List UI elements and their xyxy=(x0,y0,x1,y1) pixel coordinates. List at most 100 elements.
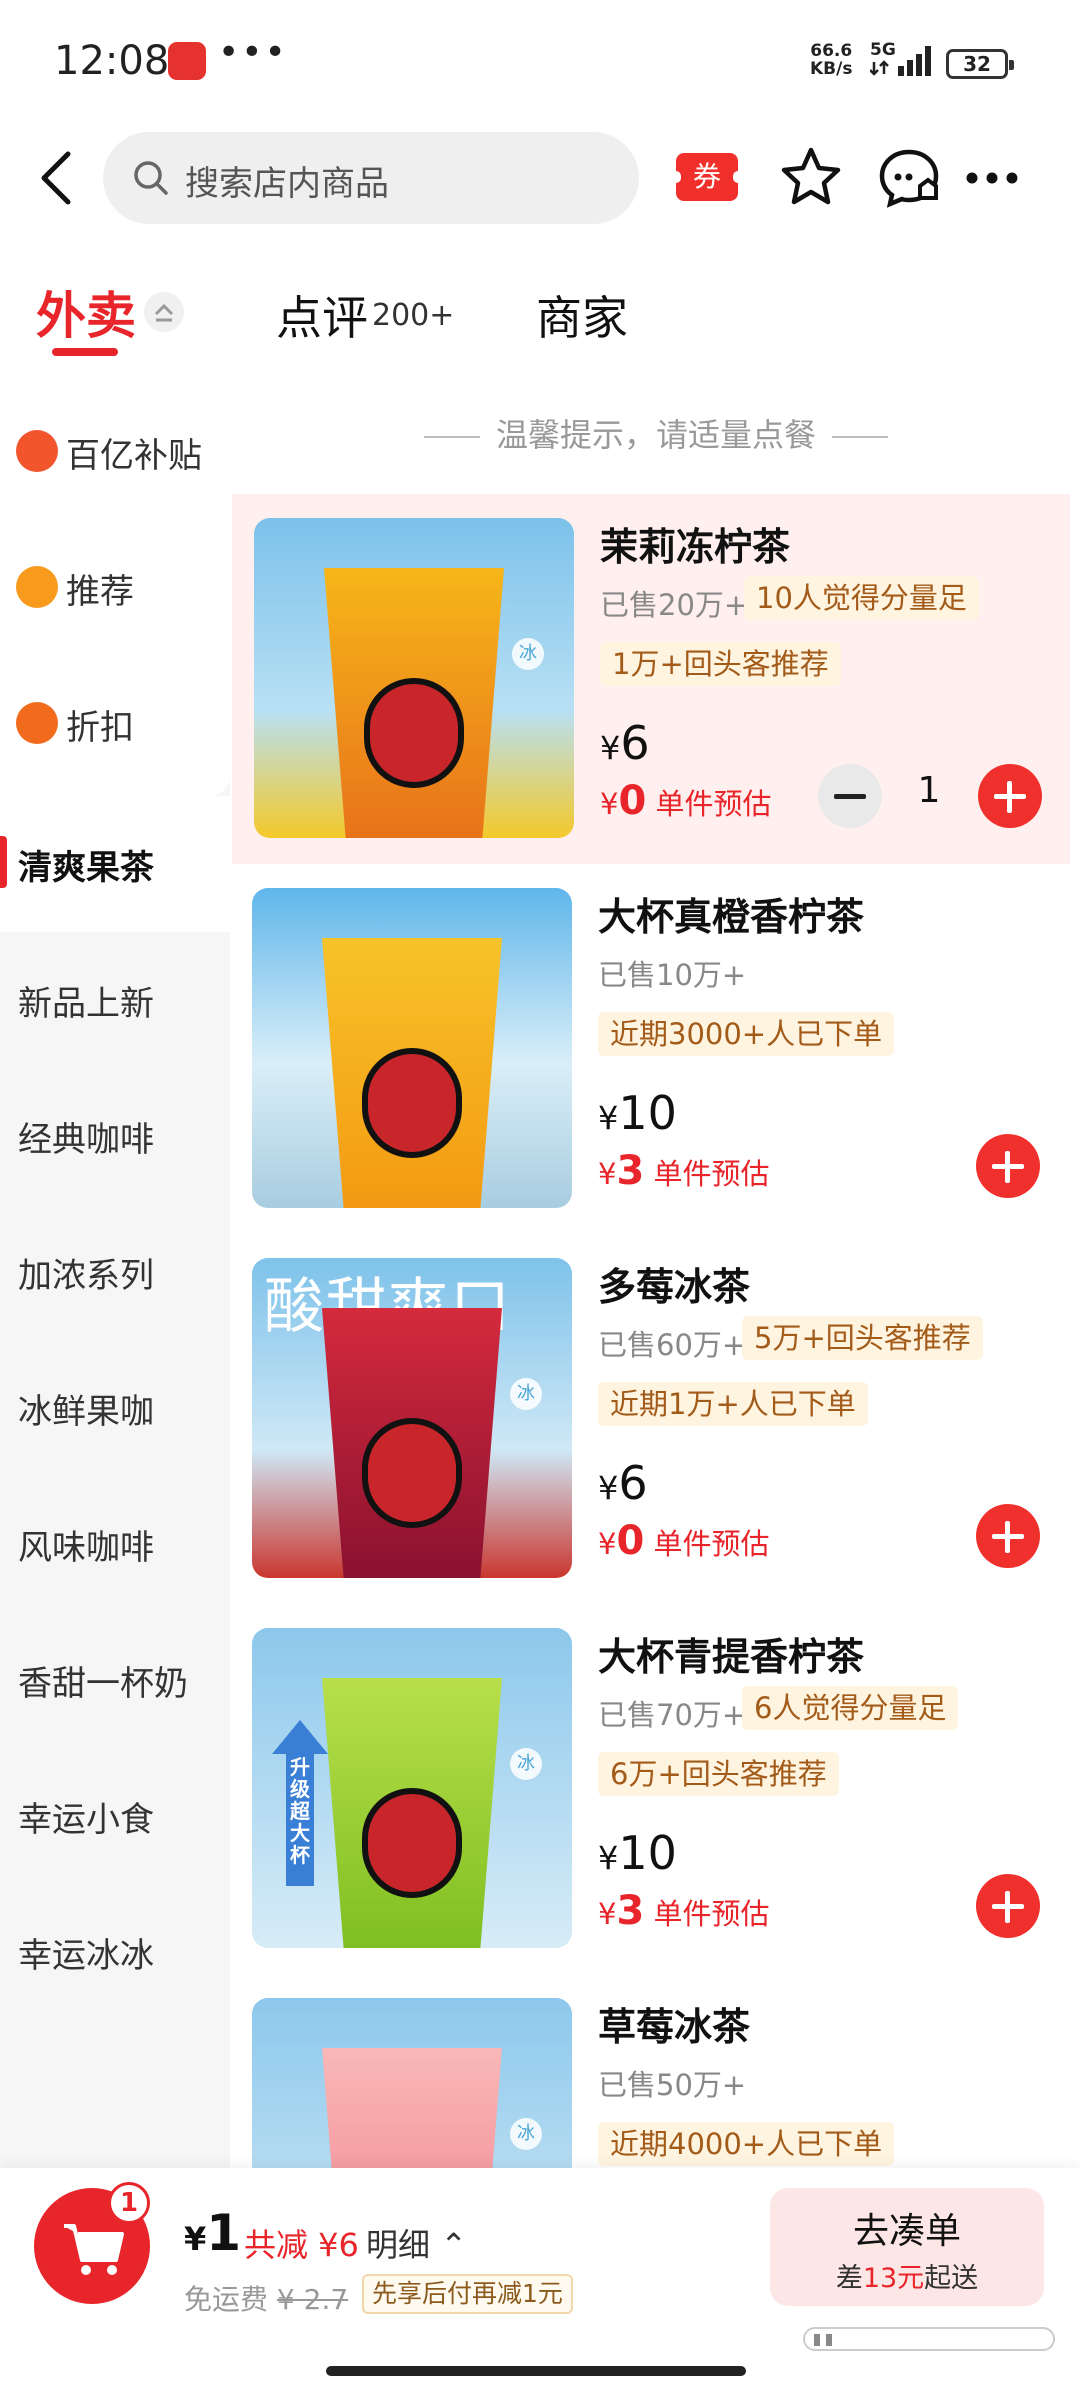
search-icon xyxy=(134,161,168,195)
recommend-icon xyxy=(16,566,58,608)
coupon-button[interactable]: 券 xyxy=(671,153,743,201)
fire-icon xyxy=(16,430,58,472)
status-time: 12:08 xyxy=(54,38,170,84)
sidebar-item-recommend[interactable]: 推荐 xyxy=(0,520,230,656)
currency-symbol: ¥ xyxy=(600,729,621,767)
sidebar-item-milk[interactable]: 香甜一杯奶 xyxy=(0,1612,230,1748)
product-tag: 5万+回头客推荐 xyxy=(742,1316,983,1360)
estimated-price-value: 3 xyxy=(616,1148,645,1194)
customer-service-button[interactable] xyxy=(876,146,942,210)
product-image xyxy=(252,888,572,1208)
product-sold: 已售70万+ xyxy=(598,1698,747,1732)
sidebar-item-label: 风味咖啡 xyxy=(18,1528,154,1568)
sidebar-item-label: 经典咖啡 xyxy=(18,1120,154,1160)
currency-symbol: ¥ xyxy=(598,1469,619,1507)
minimum-suffix: 起送 xyxy=(924,2263,979,2294)
battery-icon: 32 xyxy=(946,49,1014,79)
product-name: 草莓冰茶 xyxy=(598,2005,751,2049)
decrease-quantity-button[interactable] xyxy=(818,764,882,828)
product-tag: 6万+回头客推荐 xyxy=(598,1752,839,1796)
product-card[interactable]: 酸甜爽口 冰 多莓冰茶 已售60万+ 5万+回头客推荐 近期1万+人已下单 ¥6… xyxy=(230,1234,1080,1604)
estimated-price: ¥0 单件预估 xyxy=(600,778,772,824)
star-icon xyxy=(781,147,841,205)
more-button[interactable] xyxy=(960,160,1024,196)
network-speed: 66.6 KB/s xyxy=(810,42,852,78)
add-to-cart-button[interactable] xyxy=(976,1134,1040,1198)
search-input[interactable]: 搜索店内商品 xyxy=(103,132,639,224)
sidebar-item-subsidy[interactable]: 百亿补贴 xyxy=(0,384,230,520)
product-price: ¥6 xyxy=(598,1456,648,1510)
minimum-prefix: 差 xyxy=(835,2263,863,2294)
product-tag: 10人觉得分量足 xyxy=(744,576,979,620)
estimated-price-value: 0 xyxy=(616,1518,645,1564)
sidebar-item-discount[interactable]: 折扣 xyxy=(0,656,230,792)
chevron-left-icon xyxy=(41,151,71,205)
product-tag: 6人觉得分量足 xyxy=(742,1686,959,1730)
estimated-price-value: 3 xyxy=(616,1888,645,1934)
sidebar-item-classic-coffee[interactable]: 经典咖啡 xyxy=(0,1068,230,1204)
favorite-button[interactable] xyxy=(778,144,844,210)
currency-symbol: ¥ xyxy=(598,1157,617,1191)
product-sold: 已售10万+ xyxy=(598,958,747,992)
pay-later-badge: 先享后付再减1元 xyxy=(362,2274,573,2314)
tab-waimai[interactable]: 外卖 xyxy=(36,276,136,348)
brand-logo xyxy=(362,1788,462,1898)
chevron-up-icon: ⌃ xyxy=(440,2226,467,2264)
sidebar-item-label: 冰鲜果咖 xyxy=(18,1392,154,1432)
sidebar-item-extra-shot[interactable]: 加浓系列 xyxy=(0,1204,230,1340)
more-dots-icon xyxy=(966,172,1018,184)
product-card[interactable]: 升级超大杯 冰 大杯青提香柠茶 已售70万+ 6人觉得分量足 6万+回头客推荐 … xyxy=(230,1604,1080,1974)
status-more-dots: ••• xyxy=(218,32,288,73)
collapse-tab-button[interactable] xyxy=(144,292,184,332)
home-indicator[interactable] xyxy=(326,2366,746,2376)
product-card[interactable]: 冰 茉莉冻柠茶 已售20万+ 10人觉得分量足 1万+回头客推荐 ¥6 ¥0 单… xyxy=(232,494,1070,864)
currency-symbol: ¥ xyxy=(600,787,619,821)
ice-tag: 冰 xyxy=(512,638,544,670)
sidebar-item-label: 香甜一杯奶 xyxy=(18,1664,188,1704)
tab-dianping[interactable]: 点评 xyxy=(276,282,368,348)
sidebar-item-new[interactable]: 新品上新 xyxy=(0,932,230,1068)
sidebar-item-ice[interactable]: 幸运冰冰 xyxy=(0,1884,230,2020)
sidebar-item-label: 新品上新 xyxy=(18,984,154,1024)
cart-count-badge: 1 xyxy=(108,2182,150,2224)
drink-cup xyxy=(322,2048,502,2168)
network-speed-value: 66.6 xyxy=(810,41,853,61)
product-card[interactable]: 冰 草莓冰茶 已售50万+ 近期4000+人已下单 xyxy=(230,1974,1080,2168)
product-price: ¥6 xyxy=(600,716,650,770)
minimum-amount: 13元 xyxy=(862,2263,925,2294)
sidebar-item-snacks[interactable]: 幸运小食 xyxy=(0,1748,230,1884)
add-to-cart-button[interactable] xyxy=(976,1504,1040,1568)
quantity-value: 1 xyxy=(917,770,941,811)
sidebar-item-flavor-coffee[interactable]: 风味咖啡 xyxy=(0,1476,230,1612)
sidebar-item-label: 幸运小食 xyxy=(18,1800,154,1840)
checkout-label: 去凑单 xyxy=(852,2211,961,2252)
estimated-price: ¥0 单件预估 xyxy=(598,1518,770,1564)
upgrade-label: 升级超大杯 xyxy=(290,1755,310,1867)
product-name: 多莓冰茶 xyxy=(598,1265,751,1309)
sidebar-item-label: 清爽果茶 xyxy=(18,848,154,888)
checkout-button[interactable]: 去凑单 差13元起送 xyxy=(770,2188,1044,2306)
estimated-label: 单件预估 xyxy=(655,787,772,821)
add-to-cart-button[interactable] xyxy=(976,1874,1040,1938)
search-placeholder: 搜索店内商品 xyxy=(185,164,389,204)
status-bar: 12:08 ••• 66.6 KB/s 5G 32 xyxy=(0,0,1080,120)
back-button[interactable] xyxy=(28,140,88,216)
estimated-label: 单件预估 xyxy=(653,1897,770,1931)
floating-handle-icon[interactable] xyxy=(800,2320,1060,2356)
active-tab-indicator xyxy=(52,348,118,356)
network-speed-unit: KB/s xyxy=(810,59,853,79)
cart-detail-link[interactable]: 明细 ⌃ xyxy=(366,2220,467,2266)
product-sold: 已售60万+ xyxy=(598,1328,747,1362)
ice-tag: 冰 xyxy=(510,2118,542,2150)
brand-logo xyxy=(362,1418,462,1528)
sidebar-item-fruit-tea[interactable]: 清爽果茶 xyxy=(0,796,230,932)
add-to-cart-button[interactable] xyxy=(978,764,1042,828)
product-tag: 近期3000+人已下单 xyxy=(598,1012,895,1056)
currency-symbol: ¥ xyxy=(598,1099,619,1137)
sidebar-item-fruit-coffee[interactable]: 冰鲜果咖 xyxy=(0,1340,230,1476)
product-card[interactable]: 大杯真橙香柠茶 已售10万+ 近期3000+人已下单 ¥10 ¥3 单件预估 xyxy=(230,864,1080,1234)
sidebar-top-group: 百亿补贴 推荐 折扣 xyxy=(0,384,230,796)
sidebar-item-label: 幸运冰冰 xyxy=(18,1936,154,1976)
product-tag: 近期4000+人已下单 xyxy=(598,2122,895,2166)
tab-shangjia[interactable]: 商家 xyxy=(536,282,628,348)
